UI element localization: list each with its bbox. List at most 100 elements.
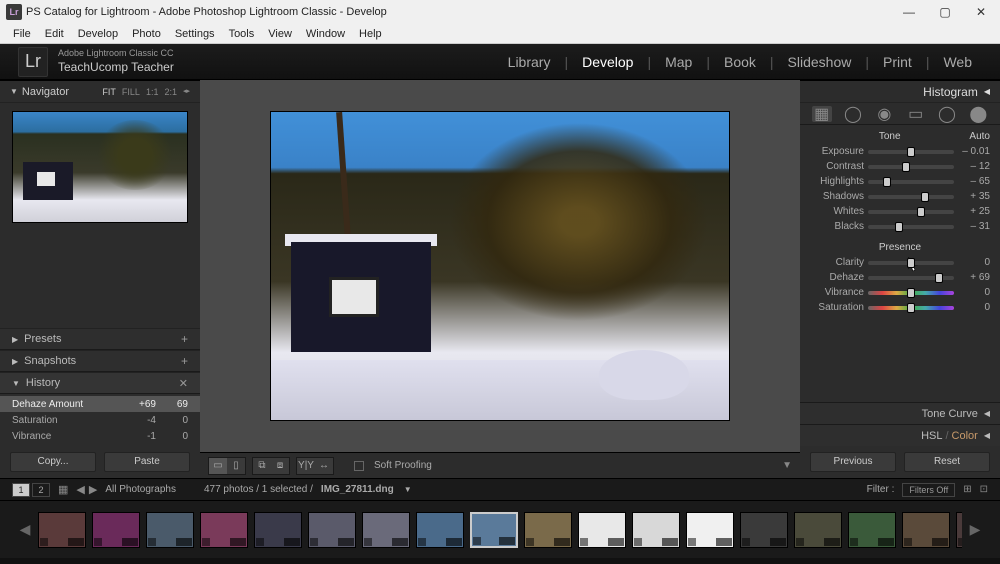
- slider-thumb[interactable]: [921, 192, 929, 202]
- slider-thumb[interactable]: [902, 162, 910, 172]
- module-slideshow[interactable]: Slideshow: [778, 54, 862, 70]
- add-icon[interactable]: +: [181, 332, 188, 346]
- filmstrip-thumb[interactable]: [92, 512, 140, 548]
- snapshots-panel-header[interactable]: ▶ Snapshots +: [0, 350, 200, 372]
- menu-file[interactable]: File: [6, 28, 38, 40]
- module-library[interactable]: Library: [498, 54, 561, 70]
- crop-tool-icon[interactable]: ▦: [812, 106, 832, 122]
- spot-removal-icon[interactable]: ◯: [843, 106, 863, 122]
- slider-whites[interactable]: Whites+ 25: [810, 204, 990, 219]
- close-button[interactable]: ✕: [974, 5, 988, 19]
- filter-preset-dropdown[interactable]: Filters Off: [902, 483, 955, 497]
- zoom-1-1[interactable]: 1:1: [146, 87, 159, 97]
- menu-edit[interactable]: Edit: [38, 28, 71, 40]
- slider-shadows[interactable]: Shadows+ 35: [810, 189, 990, 204]
- adjustment-brush-icon[interactable]: ⬤: [968, 106, 988, 122]
- display-2[interactable]: 2: [32, 483, 50, 497]
- slider-thumb[interactable]: [907, 303, 915, 313]
- slider-contrast[interactable]: Contrast– 12: [810, 159, 990, 174]
- history-panel-header[interactable]: ▼ History ✕: [0, 372, 200, 394]
- menu-window[interactable]: Window: [299, 28, 352, 40]
- radial-filter-icon[interactable]: ◯: [937, 106, 957, 122]
- filmstrip-thumb[interactable]: [308, 512, 356, 548]
- compare-lr-icon[interactable]: ⧉: [253, 458, 271, 474]
- soft-proofing-checkbox[interactable]: [354, 461, 364, 471]
- module-web[interactable]: Web: [933, 54, 982, 70]
- filmstrip-scroll-right[interactable]: ▶: [968, 510, 982, 550]
- filmstrip-thumb[interactable]: [686, 512, 734, 548]
- split-toggle[interactable]: Y|Y ↔: [296, 457, 334, 475]
- filmstrip-thumb[interactable]: [578, 512, 626, 548]
- filmstrip-thumb[interactable]: [524, 512, 572, 548]
- maximize-button[interactable]: ▢: [938, 5, 952, 19]
- slider-blacks[interactable]: Blacks– 31: [810, 219, 990, 234]
- filmstrip-thumb[interactable]: [254, 512, 302, 548]
- filmstrip-thumb[interactable]: [848, 512, 896, 548]
- menu-tools[interactable]: Tools: [222, 28, 262, 40]
- menu-view[interactable]: View: [261, 28, 299, 40]
- module-print[interactable]: Print: [873, 54, 922, 70]
- paste-button[interactable]: Paste: [104, 452, 190, 472]
- auto-tone-button[interactable]: Auto: [969, 131, 990, 142]
- slider-thumb[interactable]: [917, 207, 925, 217]
- compare-tb-icon[interactable]: ⧈: [271, 458, 289, 474]
- preview-area[interactable]: [200, 80, 800, 452]
- slider-thumb[interactable]: [907, 258, 915, 268]
- history-step[interactable]: Vibrance-10: [0, 428, 200, 444]
- filmstrip-thumb[interactable]: [416, 512, 464, 548]
- slider-thumb[interactable]: [907, 288, 915, 298]
- histogram-header[interactable]: Histogram ◀: [800, 81, 1000, 103]
- redeye-icon[interactable]: ◉: [874, 106, 894, 122]
- compare-toggle[interactable]: ⧉ ⧈: [252, 457, 290, 475]
- loupe-view-toggle[interactable]: ▭ ▯: [208, 457, 246, 475]
- current-filename[interactable]: IMG_27811.dng: [321, 484, 394, 495]
- split-y-icon[interactable]: Y|Y: [297, 458, 315, 474]
- filter-options-icon[interactable]: ⊞: [963, 484, 971, 495]
- filmstrip-thumb[interactable]: [146, 512, 194, 548]
- slider-dehaze[interactable]: Dehaze+ 69: [810, 270, 990, 285]
- display-1[interactable]: 1: [12, 483, 30, 497]
- zoom-2-1[interactable]: 2:1: [164, 87, 177, 97]
- add-icon[interactable]: +: [181, 354, 188, 368]
- copy-button[interactable]: Copy...: [10, 452, 96, 472]
- secondary-display-toggle[interactable]: 1 2: [12, 483, 50, 497]
- filmstrip-thumb[interactable]: [902, 512, 950, 548]
- tone-curve-header[interactable]: Tone Curve ◀: [800, 402, 1000, 424]
- module-map[interactable]: Map: [655, 54, 702, 70]
- photo-preview[interactable]: [270, 111, 730, 421]
- slider-thumb[interactable]: [883, 177, 891, 187]
- filmstrip-thumb[interactable]: [632, 512, 680, 548]
- slider-clarity[interactable]: Clarity0: [810, 255, 990, 270]
- previous-button[interactable]: Previous: [810, 452, 896, 472]
- source-label[interactable]: All Photographs: [105, 484, 176, 495]
- menu-help[interactable]: Help: [352, 28, 389, 40]
- zoom-stepper-icon[interactable]: ◂▸: [183, 87, 190, 97]
- loupe-icon[interactable]: ▭: [209, 458, 227, 474]
- menu-photo[interactable]: Photo: [125, 28, 168, 40]
- menu-develop[interactable]: Develop: [71, 28, 125, 40]
- zoom-fill[interactable]: FILL: [122, 87, 140, 97]
- slider-saturation[interactable]: Saturation0: [810, 300, 990, 315]
- menu-settings[interactable]: Settings: [168, 28, 222, 40]
- path-dropdown-icon[interactable]: ▼: [404, 485, 412, 494]
- slider-thumb[interactable]: [895, 222, 903, 232]
- reset-button[interactable]: Reset: [904, 452, 990, 472]
- filmstrip-thumb[interactable]: [740, 512, 788, 548]
- filmstrip-thumb[interactable]: [794, 512, 842, 548]
- prev-photo-icon[interactable]: ◀: [76, 483, 84, 496]
- history-step[interactable]: Dehaze Amount+6969: [0, 396, 200, 412]
- before-after-icon[interactable]: ▯: [227, 458, 245, 474]
- graduated-filter-icon[interactable]: ▭: [906, 106, 926, 122]
- clear-history-icon[interactable]: ✕: [179, 377, 188, 390]
- filter-lock-icon[interactable]: ⊡: [980, 484, 988, 495]
- zoom-fit[interactable]: FIT: [102, 87, 116, 97]
- filmstrip-thumb[interactable]: [956, 512, 962, 548]
- slider-vibrance[interactable]: Vibrance0: [810, 285, 990, 300]
- slider-thumb[interactable]: [907, 147, 915, 157]
- navigator-header[interactable]: ▼ Navigator FITFILL1:12:1◂▸: [0, 81, 200, 103]
- toolbar-menu-icon[interactable]: ▼: [782, 460, 792, 471]
- filmstrip-thumb[interactable]: [470, 512, 518, 548]
- slider-highlights[interactable]: Highlights– 65: [810, 174, 990, 189]
- filmstrip-thumb[interactable]: [362, 512, 410, 548]
- navigator-preview[interactable]: [12, 111, 188, 223]
